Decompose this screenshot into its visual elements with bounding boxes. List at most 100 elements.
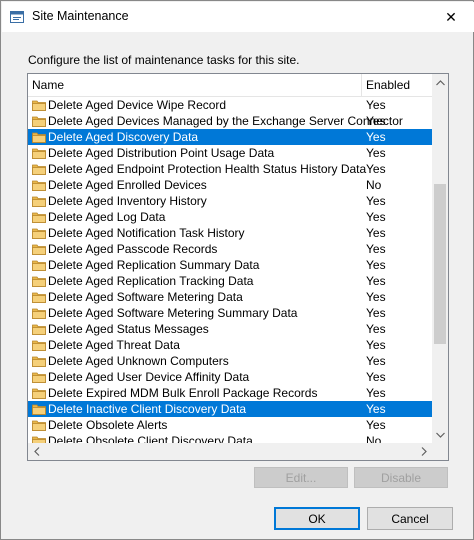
list-item[interactable]: Delete Aged Status Messages Yes bbox=[28, 321, 432, 337]
vertical-scroll-thumb[interactable] bbox=[434, 184, 446, 344]
list-item[interactable]: Delete Obsolete Alerts Yes bbox=[28, 417, 432, 433]
task-enabled: No bbox=[366, 178, 382, 192]
task-name: Delete Aged Device Wipe Record bbox=[48, 98, 227, 112]
list-item[interactable]: Delete Aged Replication Tracking Data Yes bbox=[28, 273, 432, 289]
task-folder-icon bbox=[32, 226, 46, 240]
ok-button[interactable]: OK bbox=[274, 507, 360, 530]
task-enabled: Yes bbox=[366, 194, 386, 208]
scroll-left-arrow[interactable] bbox=[28, 443, 45, 460]
task-enabled: Yes bbox=[366, 402, 386, 416]
title-bar[interactable]: Site Maintenance ✕ bbox=[2, 2, 474, 32]
task-name: Delete Aged Devices Managed by the Excha… bbox=[48, 114, 403, 128]
list-item[interactable]: Delete Aged Notification Task History Yes bbox=[28, 225, 432, 241]
task-folder-icon bbox=[32, 418, 46, 432]
list-item[interactable]: Delete Aged Enrolled Devices No bbox=[28, 177, 432, 193]
task-enabled: Yes bbox=[366, 130, 386, 144]
task-enabled: Yes bbox=[366, 258, 386, 272]
close-button[interactable]: ✕ bbox=[428, 2, 474, 32]
vertical-scrollbar[interactable] bbox=[432, 74, 448, 443]
list-item[interactable]: Delete Aged Replication Summary Data Yes bbox=[28, 257, 432, 273]
task-enabled: Yes bbox=[366, 290, 386, 304]
task-name: Delete Aged Inventory History bbox=[48, 194, 207, 208]
task-name: Delete Aged Status Messages bbox=[48, 322, 209, 336]
list-header: Name Enabled bbox=[28, 74, 432, 97]
task-name: Delete Expired MDM Bulk Enroll Package R… bbox=[48, 386, 318, 400]
horizontal-scrollbar[interactable] bbox=[28, 443, 432, 460]
task-enabled: No bbox=[366, 434, 382, 443]
column-separator[interactable] bbox=[361, 74, 362, 96]
task-folder-icon bbox=[32, 386, 46, 400]
task-enabled: Yes bbox=[366, 306, 386, 320]
task-enabled: Yes bbox=[366, 114, 386, 128]
task-enabled: Yes bbox=[366, 338, 386, 352]
list-item[interactable]: Delete Aged Distribution Point Usage Dat… bbox=[28, 145, 432, 161]
edit-button[interactable]: Edit... bbox=[254, 467, 348, 488]
task-name: Delete Aged Passcode Records bbox=[48, 242, 218, 256]
task-name: Delete Aged Log Data bbox=[48, 210, 166, 224]
task-name: Delete Obsolete Alerts bbox=[48, 418, 168, 432]
disable-button[interactable]: Disable bbox=[354, 467, 448, 488]
list-item[interactable]: Delete Aged Log Data Yes bbox=[28, 209, 432, 225]
list-item[interactable]: Delete Aged Inventory History Yes bbox=[28, 193, 432, 209]
task-name: Delete Aged Replication Summary Data bbox=[48, 258, 260, 272]
task-name: Delete Aged Enrolled Devices bbox=[48, 178, 207, 192]
task-name: Delete Aged Unknown Computers bbox=[48, 354, 229, 368]
list-item[interactable]: Delete Aged Threat Data Yes bbox=[28, 337, 432, 353]
list-item[interactable]: Delete Aged Unknown Computers Yes bbox=[28, 353, 432, 369]
task-folder-icon bbox=[32, 146, 46, 160]
task-folder-icon bbox=[32, 306, 46, 320]
list-item[interactable]: Delete Inactive Client Discovery Data Yes bbox=[28, 401, 432, 417]
task-name: Delete Aged Distribution Point Usage Dat… bbox=[48, 146, 275, 160]
task-name: Delete Obsolete Client Discovery Data bbox=[48, 434, 253, 443]
task-enabled: Yes bbox=[366, 418, 386, 432]
task-enabled: Yes bbox=[366, 210, 386, 224]
task-folder-icon bbox=[32, 130, 46, 144]
task-folder-icon bbox=[32, 322, 46, 336]
list-rows: Delete Aged Device Wipe Record Yes Delete … bbox=[28, 97, 432, 443]
list-item[interactable]: Delete Aged Endpoint Protection Health S… bbox=[28, 161, 432, 177]
list-item[interactable]: Delete Aged Passcode Records Yes bbox=[28, 241, 432, 257]
list-item[interactable]: Delete Aged Software Metering Data Yes bbox=[28, 289, 432, 305]
task-folder-icon bbox=[32, 402, 46, 416]
column-header-enabled[interactable]: Enabled bbox=[366, 78, 410, 92]
task-folder-icon bbox=[32, 274, 46, 288]
column-header-name[interactable]: Name bbox=[32, 78, 64, 92]
list-item[interactable]: Delete Aged User Device Affinity Data Yes bbox=[28, 369, 432, 385]
task-enabled: Yes bbox=[366, 98, 386, 112]
task-folder-icon bbox=[32, 114, 46, 128]
scroll-up-arrow[interactable] bbox=[432, 74, 448, 91]
cancel-button[interactable]: Cancel bbox=[367, 507, 453, 530]
scroll-down-arrow[interactable] bbox=[432, 426, 448, 443]
list-item[interactable]: Delete Expired MDM Bulk Enroll Package R… bbox=[28, 385, 432, 401]
task-enabled: Yes bbox=[366, 274, 386, 288]
task-name: Delete Aged Threat Data bbox=[48, 338, 180, 352]
maintenance-task-list[interactable]: Name Enabled Delete Aged Device Wipe Rec… bbox=[27, 73, 449, 461]
task-enabled: Yes bbox=[366, 354, 386, 368]
task-folder-icon bbox=[32, 194, 46, 208]
list-item[interactable]: Delete Aged Discovery Data Yes bbox=[28, 129, 432, 145]
task-enabled: Yes bbox=[366, 322, 386, 336]
list-item[interactable]: Delete Aged Software Metering Summary Da… bbox=[28, 305, 432, 321]
task-folder-icon bbox=[32, 354, 46, 368]
task-folder-icon bbox=[32, 242, 46, 256]
task-name: Delete Aged Discovery Data bbox=[48, 130, 199, 144]
task-folder-icon bbox=[32, 162, 46, 176]
task-folder-icon bbox=[32, 258, 46, 272]
task-enabled: Yes bbox=[366, 226, 386, 240]
task-name: Delete Aged Replication Tracking Data bbox=[48, 274, 254, 288]
list-item[interactable]: Delete Aged Device Wipe Record Yes bbox=[28, 97, 432, 113]
scroll-right-arrow[interactable] bbox=[415, 443, 432, 460]
task-folder-icon bbox=[32, 290, 46, 304]
dialog-window: Site Maintenance ✕ Configure the list of… bbox=[0, 0, 474, 540]
scrollbar-corner bbox=[432, 443, 448, 460]
task-folder-icon bbox=[32, 338, 46, 352]
task-name: Delete Aged User Device Affinity Data bbox=[48, 370, 250, 384]
task-folder-icon bbox=[32, 98, 46, 112]
list-item[interactable]: Delete Obsolete Client Discovery Data No bbox=[28, 433, 432, 443]
task-name: Delete Aged Endpoint Protection Health S… bbox=[48, 162, 367, 176]
close-icon: ✕ bbox=[445, 8, 457, 25]
task-name: Delete Inactive Client Discovery Data bbox=[48, 402, 247, 416]
list-item[interactable]: Delete Aged Devices Managed by the Excha… bbox=[28, 113, 432, 129]
task-name: Delete Aged Notification Task History bbox=[48, 226, 245, 240]
task-enabled: Yes bbox=[366, 162, 386, 176]
